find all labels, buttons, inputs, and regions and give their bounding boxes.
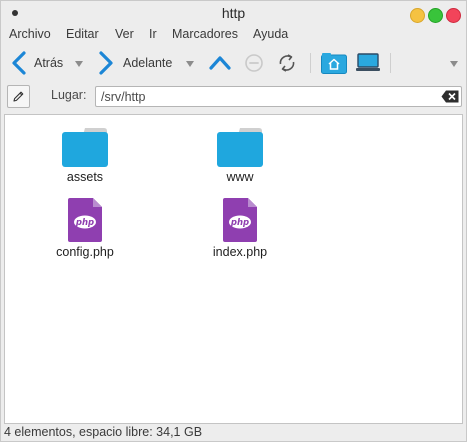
menu-archivo[interactable]: Archivo	[9, 27, 51, 41]
file-item-config-php[interactable]: php config.php	[40, 198, 130, 259]
reload-button[interactable]	[276, 45, 298, 81]
toolbar-overflow-icon[interactable]	[450, 61, 458, 67]
clear-location-icon[interactable]	[441, 90, 459, 103]
file-name: assets	[66, 170, 104, 184]
menu-ver[interactable]: Ver	[115, 27, 134, 41]
svg-text:php: php	[230, 218, 249, 228]
file-view[interactable]: assets www php config.php php index.php	[4, 114, 463, 424]
file-manager-window: http Archivo Editar Ver Ir Marcadores Ay…	[0, 0, 467, 442]
stop-button[interactable]	[244, 45, 264, 81]
folder-icon	[62, 128, 108, 167]
home-button[interactable]	[321, 45, 347, 81]
php-file-icon: php	[68, 198, 102, 242]
menu-ayuda[interactable]: Ayuda	[253, 27, 288, 41]
forward-button[interactable]: Adelante	[96, 45, 172, 81]
location-label: Lugar:	[51, 88, 87, 102]
toolbar-separator	[310, 53, 311, 73]
forward-arrow-icon	[99, 51, 113, 75]
file-item-index-php[interactable]: php index.php	[195, 198, 285, 259]
window-title: http	[221, 5, 246, 21]
title-bar: http	[1, 1, 466, 26]
file-name: index.php	[212, 245, 268, 259]
close-button[interactable]	[446, 8, 461, 23]
menu-bar: Archivo Editar Ver Ir Marcadores Ayuda	[1, 26, 466, 44]
toolbar-separator	[390, 53, 391, 73]
back-button[interactable]: Atrás	[9, 45, 63, 81]
back-arrow-icon	[12, 51, 26, 75]
back-label: Atrás	[34, 56, 64, 70]
status-bar-text: 4 elementos, espacio libre: 34,1 GB	[4, 425, 203, 439]
up-arrow-icon	[209, 56, 231, 70]
home-folder-icon	[321, 53, 347, 74]
forward-history-dropdown-icon[interactable]	[186, 61, 194, 67]
maximize-button[interactable]	[428, 8, 443, 23]
folder-icon	[217, 128, 263, 167]
location-input[interactable]	[95, 86, 462, 107]
edit-location-button[interactable]	[7, 85, 30, 108]
toolbar: Atrás Adelante	[1, 45, 466, 81]
back-history-dropdown-icon[interactable]	[75, 61, 83, 67]
svg-text:php: php	[75, 218, 94, 228]
forward-label: Adelante	[123, 56, 173, 70]
file-name: www	[226, 170, 254, 184]
menu-marcadores[interactable]: Marcadores	[172, 27, 238, 41]
minimize-button[interactable]	[410, 8, 425, 23]
file-item-assets[interactable]: assets	[40, 127, 130, 184]
location-bar: Lugar:	[1, 83, 466, 111]
menu-ir[interactable]: Ir	[149, 27, 157, 41]
computer-button[interactable]	[356, 45, 380, 81]
pencil-icon	[13, 91, 24, 102]
php-file-icon: php	[223, 198, 257, 242]
menu-editar[interactable]: Editar	[66, 27, 99, 41]
file-item-www[interactable]: www	[195, 127, 285, 184]
up-button[interactable]	[208, 45, 232, 81]
stop-icon	[245, 54, 263, 72]
computer-icon	[356, 53, 380, 71]
reload-icon	[279, 54, 295, 72]
file-name: config.php	[56, 245, 114, 259]
